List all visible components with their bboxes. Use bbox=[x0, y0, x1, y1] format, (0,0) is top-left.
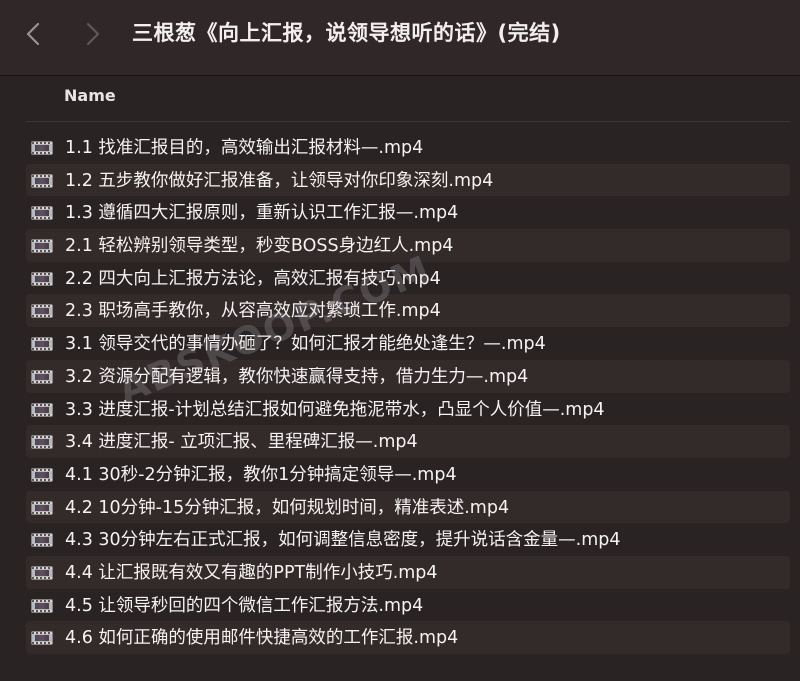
file-row[interactable]: 2.2 四大向上汇报方法论，高效汇报有技巧.mp4 bbox=[0, 262, 800, 295]
file-name: 2.1 轻松辨别领导类型，秒变BOSS身边红人.mp4 bbox=[65, 236, 454, 257]
file-name: 1.2 五步教你做好汇报准备，让领导对你印象深刻.mp4 bbox=[65, 170, 494, 191]
file-name: 4.1 30秒-2分钟汇报，教你1分钟搞定领导—.mp4 bbox=[65, 464, 457, 485]
file-list: 1.1 找准汇报目的，高效输出汇报材料—.mp4 1.2 五步教你做好汇报准备，让… bbox=[0, 131, 800, 654]
file-name: 4.4 让汇报既有效又有趣的PPT制作小技巧.mp4 bbox=[65, 562, 438, 583]
file-row[interactable]: 4.3 30分钟左右正式汇报，如何调整信息密度，提升说话含金量—.mp4 bbox=[0, 523, 800, 556]
chevron-right-icon bbox=[86, 22, 100, 46]
window-title: 三根葱《向上汇报，说领导想听的话》(完结) bbox=[132, 21, 561, 45]
video-file-icon bbox=[31, 173, 53, 188]
finder-window: 三根葱《向上汇报，说领导想听的话》(完结) Name 1.1 找准汇报目的，高效… bbox=[0, 0, 800, 681]
file-row[interactable]: 1.3 遵循四大汇报原则，重新认识工作汇报—.mp4 bbox=[0, 196, 800, 229]
file-row[interactable]: 3.4 进度汇报- 立项汇报、里程碑汇报—.mp4 bbox=[0, 425, 800, 458]
toolbar: 三根葱《向上汇报，说领导想听的话》(完结) bbox=[0, 0, 800, 76]
file-name: 4.5 让领导秒回的四个微信工作汇报方法.mp4 bbox=[65, 595, 424, 616]
file-row[interactable]: 4.6 如何正确的使用邮件快捷高效的工作汇报.mp4 bbox=[0, 621, 800, 654]
video-file-icon bbox=[31, 565, 53, 580]
column-header: Name bbox=[0, 76, 800, 124]
file-row[interactable]: 3.3 进度汇报-计划总结汇报如何避免拖泥带水，凸显个人价值—.mp4 bbox=[0, 393, 800, 426]
forward-button[interactable] bbox=[76, 16, 110, 52]
file-name: 4.2 10分钟-15分钟汇报，如何规划时间，精准表述.mp4 bbox=[65, 497, 510, 518]
header-divider bbox=[26, 121, 790, 122]
file-name: 3.1 领导交代的事情办砸了？如何汇报才能绝处逢生？—.mp4 bbox=[65, 334, 546, 355]
file-row[interactable]: 4.5 让领导秒回的四个微信工作汇报方法.mp4 bbox=[0, 589, 800, 622]
video-file-icon bbox=[31, 141, 53, 155]
video-file-icon bbox=[31, 271, 53, 286]
file-name: 1.1 找准汇报目的，高效输出汇报材料—.mp4 bbox=[65, 138, 424, 158]
video-file-icon bbox=[31, 402, 53, 417]
video-file-icon bbox=[31, 467, 53, 482]
video-file-icon bbox=[31, 598, 53, 613]
file-name: 2.2 四大向上汇报方法论，高效汇报有技巧.mp4 bbox=[65, 268, 441, 289]
file-name: 3.4 进度汇报- 立项汇报、里程碑汇报—.mp4 bbox=[65, 432, 418, 453]
video-file-icon bbox=[31, 206, 53, 221]
name-column-header[interactable]: Name bbox=[64, 86, 116, 105]
file-row[interactable]: 4.1 30秒-2分钟汇报，教你1分钟搞定领导—.mp4 bbox=[0, 458, 800, 491]
file-row[interactable]: 3.2 资源分配有逻辑，教你快速赢得支持，借力生力—.mp4 bbox=[0, 359, 800, 393]
file-row[interactable]: 4.4 让汇报既有效又有趣的PPT制作小技巧.mp4 bbox=[0, 555, 800, 589]
video-file-icon bbox=[31, 435, 53, 450]
file-name: 4.3 30分钟左右正式汇报，如何调整信息密度，提升说话含金量—.mp4 bbox=[65, 530, 621, 551]
video-file-icon bbox=[31, 631, 53, 646]
video-file-icon bbox=[31, 304, 53, 319]
file-name: 3.2 资源分配有逻辑，教你快速赢得支持，借力生力—.mp4 bbox=[65, 366, 529, 387]
chevron-left-icon bbox=[26, 22, 40, 46]
video-file-icon bbox=[31, 337, 53, 352]
file-row[interactable]: 1.1 找准汇报目的，高效输出汇报材料—.mp4 bbox=[0, 131, 800, 164]
video-file-icon bbox=[31, 533, 53, 548]
file-row[interactable]: 4.2 10分钟-15分钟汇报，如何规划时间，精准表述.mp4 bbox=[0, 490, 800, 524]
file-name: 4.6 如何正确的使用邮件快捷高效的工作汇报.mp4 bbox=[65, 628, 459, 649]
video-file-icon bbox=[31, 500, 53, 515]
file-name: 1.3 遵循四大汇报原则，重新认识工作汇报—.mp4 bbox=[65, 203, 459, 224]
file-row[interactable]: 2.1 轻松辨别领导类型，秒变BOSS身边红人.mp4 bbox=[0, 229, 800, 262]
video-file-icon bbox=[31, 239, 53, 254]
file-row[interactable]: 3.1 领导交代的事情办砸了？如何汇报才能绝处逢生？—.mp4 bbox=[0, 327, 800, 360]
file-name: 3.3 进度汇报-计划总结汇报如何避免拖泥带水，凸显个人价值—.mp4 bbox=[65, 399, 605, 420]
file-row[interactable]: 1.2 五步教你做好汇报准备，让领导对你印象深刻.mp4 bbox=[0, 163, 800, 197]
file-name: 2.3 职场高手教你，从容高效应对繁琐工作.mp4 bbox=[65, 301, 441, 322]
back-button[interactable] bbox=[16, 16, 50, 52]
file-row[interactable]: 2.3 职场高手教你，从容高效应对繁琐工作.mp4 bbox=[0, 294, 800, 328]
video-file-icon bbox=[31, 369, 53, 384]
